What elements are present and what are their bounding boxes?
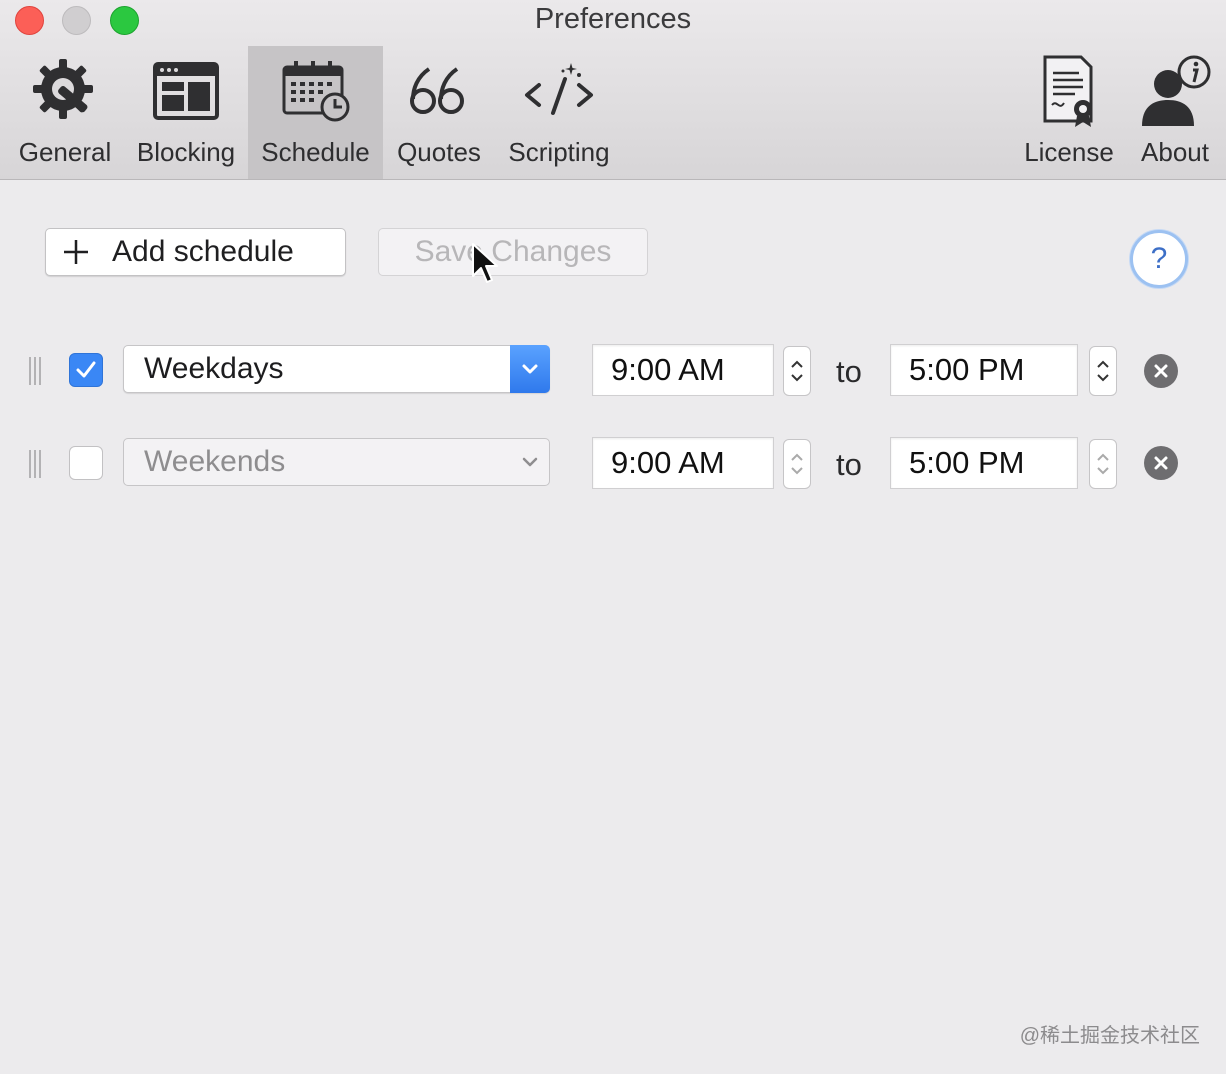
stepper-down-icon[interactable] (790, 466, 804, 475)
start-time-stepper[interactable] (783, 346, 811, 396)
remove-schedule-button[interactable] (1144, 446, 1178, 480)
to-label: to (836, 447, 862, 482)
tab-quotes-label: Quotes (397, 137, 481, 167)
save-changes-label: Save Changes (414, 235, 612, 268)
end-time-field[interactable]: 5:00 PM (890, 344, 1078, 396)
tab-quotes[interactable]: Quotes (390, 46, 488, 179)
tab-schedule[interactable]: Schedule (248, 46, 383, 179)
help-button[interactable]: ? (1130, 230, 1188, 288)
chevron-down-icon (510, 345, 550, 393)
schedule-enabled-checkbox[interactable] (69, 446, 103, 480)
add-schedule-button[interactable]: Add schedule (45, 228, 346, 276)
tab-blocking[interactable]: Blocking (130, 46, 242, 179)
to-label: to (836, 354, 862, 389)
start-time-field[interactable]: 9:00 AM (592, 437, 774, 489)
chevron-down-icon (510, 438, 550, 486)
watermark-text: @稀土掘金技术社区 (1019, 1025, 1200, 1047)
tab-general[interactable]: General (10, 46, 120, 179)
schedule-enabled-checkbox[interactable] (69, 353, 103, 387)
drag-handle-icon[interactable] (29, 450, 47, 478)
window-toolbar: Preferences General Blocking Schedule Qu… (0, 0, 1226, 180)
stepper-up-icon[interactable] (1096, 453, 1110, 462)
add-schedule-label: Add schedule (112, 235, 294, 268)
calendar-clock-icon (281, 46, 351, 136)
stepper-down-icon[interactable] (1096, 466, 1110, 475)
gear-wrench-icon (30, 46, 100, 136)
end-time-stepper[interactable] (1089, 439, 1117, 489)
stepper-up-icon[interactable] (790, 453, 804, 462)
person-info-icon (1138, 46, 1212, 136)
plus-icon (64, 240, 88, 264)
tab-blocking-label: Blocking (136, 137, 236, 167)
stepper-down-icon[interactable] (1096, 373, 1110, 382)
stepper-down-icon[interactable] (790, 373, 804, 382)
tab-general-label: General (18, 137, 112, 167)
stepper-up-icon[interactable] (1096, 360, 1110, 369)
quote-marks-icon (407, 46, 471, 136)
tab-about-label: About (1141, 137, 1209, 167)
certificate-icon (1039, 46, 1099, 136)
end-time-stepper[interactable] (1089, 346, 1117, 396)
checkmark-icon (76, 361, 96, 378)
close-icon (1154, 456, 1168, 470)
remove-schedule-button[interactable] (1144, 354, 1178, 388)
browser-window-icon (153, 46, 219, 136)
days-select[interactable]: Weekdays (123, 345, 550, 393)
days-select-value: Weekends (144, 445, 286, 478)
tab-schedule-label: Schedule (261, 137, 370, 167)
mouse-cursor-icon (472, 243, 498, 283)
stepper-up-icon[interactable] (790, 360, 804, 369)
days-select[interactable]: Weekends (123, 438, 550, 486)
close-icon (1154, 364, 1168, 378)
tab-license[interactable]: License (1018, 46, 1120, 179)
save-changes-button[interactable]: Save Changes (378, 228, 648, 276)
days-select-value: Weekdays (144, 352, 284, 385)
drag-handle-icon[interactable] (29, 357, 47, 385)
end-time-field[interactable]: 5:00 PM (890, 437, 1078, 489)
question-mark-icon: ? (1150, 242, 1168, 275)
start-time-field[interactable]: 9:00 AM (592, 344, 774, 396)
start-time-stepper[interactable] (783, 439, 811, 489)
tab-scripting-label: Scripting (508, 137, 610, 167)
window-title: Preferences (534, 3, 692, 35)
tab-license-label: License (1024, 137, 1114, 167)
code-brackets-icon (523, 46, 595, 136)
tab-scripting[interactable]: Scripting (500, 46, 618, 179)
tab-about[interactable]: About (1132, 46, 1218, 179)
